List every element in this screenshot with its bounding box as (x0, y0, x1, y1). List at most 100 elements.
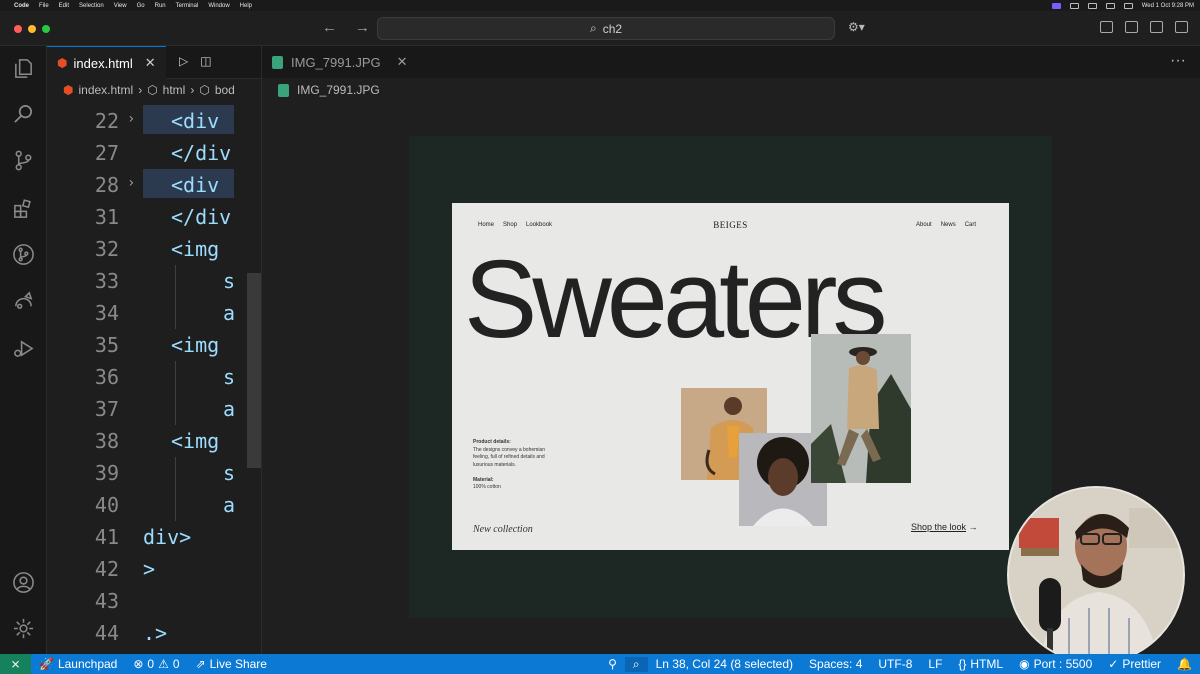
tab-img-7991[interactable]: IMG_7991.JPG ✕ (262, 54, 408, 70)
code-line[interactable]: 41 div> (47, 521, 261, 553)
code-line[interactable]: 32 <img (47, 233, 261, 265)
menu-selection[interactable]: Selection (79, 3, 104, 9)
control-center-icon[interactable] (1123, 2, 1133, 9)
copilot-icon[interactable]: ⚙▾ (848, 20, 865, 34)
source-control-icon[interactable] (11, 148, 36, 173)
code-line[interactable]: 43 (47, 585, 261, 617)
menu-app-name[interactable]: Code (14, 3, 29, 9)
menu-window[interactable]: Window (208, 3, 229, 9)
fold-chevron-icon[interactable]: › (127, 175, 135, 191)
minimize-window-button[interactable] (28, 25, 36, 33)
code-line[interactable]: 40 a (47, 489, 261, 521)
menu-extras: Wed 1 Oct 9:28 PM (1051, 0, 1194, 11)
material-text: 100% cotton (473, 484, 501, 490)
explorer-icon[interactable] (11, 56, 36, 81)
code-line[interactable]: 22 › <div (47, 105, 261, 137)
code-text: <img (171, 429, 220, 453)
prettier-status[interactable]: ✓ Prettier (1100, 657, 1169, 671)
port-label: Port : 5500 (1033, 657, 1093, 671)
tab-index-html[interactable]: ⬢ index.html ✕ (47, 46, 166, 79)
display-icon[interactable] (1069, 2, 1079, 9)
accounts-icon[interactable] (11, 570, 36, 595)
search-view-icon[interactable] (11, 102, 36, 127)
close-tab-icon[interactable]: ✕ (145, 55, 156, 71)
wifi-icon[interactable] (1105, 2, 1115, 9)
line-number: 32 (94, 237, 119, 261)
more-actions-icon[interactable]: ··· (1170, 52, 1186, 70)
toggle-secondary-sidebar-icon[interactable] (1175, 21, 1188, 33)
code-line[interactable]: 44 .> (47, 617, 261, 649)
code-line[interactable]: 35 <img (47, 329, 261, 361)
launchpad-button[interactable]: 🚀 Launchpad (31, 657, 125, 671)
code-line[interactable]: 42 > (47, 553, 261, 585)
screen-record-icon[interactable] (1051, 2, 1061, 9)
split-editor-icon[interactable]: ◫ (200, 54, 211, 68)
menu-edit[interactable]: Edit (59, 3, 69, 9)
manage-gear-icon[interactable] (11, 616, 36, 641)
toggle-primary-sidebar-icon[interactable] (1125, 21, 1138, 33)
image-canvas[interactable]: Home Shop Lookbook BEIGES About News Car… (409, 136, 1052, 618)
run-icon[interactable]: ▷ (179, 54, 188, 68)
live-share-button[interactable]: ⇗ Live Share (188, 657, 275, 671)
zoom-icon[interactable]: ⌕ (624, 656, 648, 672)
code-line[interactable]: 39 s (47, 457, 261, 489)
code-line[interactable]: 27 </div (47, 137, 261, 169)
line-number: 37 (94, 397, 119, 421)
forward-arrow-icon[interactable]: → (355, 19, 370, 36)
line-number: 33 (94, 269, 119, 293)
battery-icon[interactable] (1087, 2, 1097, 9)
menu-help[interactable]: Help (240, 3, 252, 9)
indentation[interactable]: Spaces: 4 (801, 657, 870, 671)
menu-run[interactable]: Run (155, 3, 166, 9)
cursor-position[interactable]: Ln 38, Col 24 (8 selected) (648, 657, 801, 671)
error-count: 0 (147, 657, 155, 671)
code-line[interactable]: 36 s (47, 361, 261, 393)
editor-scrollbar[interactable] (247, 273, 261, 468)
language-mode[interactable]: {} HTML (950, 657, 1011, 671)
code-line[interactable]: 38 <img (47, 425, 261, 457)
close-tab-icon[interactable]: ✕ (397, 54, 408, 70)
menu-file[interactable]: File (39, 3, 49, 9)
indent-guide (175, 361, 176, 393)
code-line[interactable]: 33 s (47, 265, 261, 297)
live-server-port[interactable]: ◉ Port : 5500 (1011, 657, 1100, 671)
extensions-icon[interactable] (11, 196, 36, 221)
breadcrumb-html[interactable]: html (163, 83, 186, 97)
menu-go[interactable]: Go (137, 3, 145, 9)
end-of-line[interactable]: LF (920, 657, 950, 671)
fold-chevron-icon[interactable]: › (127, 111, 135, 127)
mockup-nav-about: About (916, 222, 932, 228)
image-file-icon (272, 55, 283, 69)
run-and-debug-icon[interactable] (11, 336, 36, 361)
details-title: Product details: (473, 439, 511, 445)
location-icon[interactable]: ⚲ (600, 657, 625, 671)
code-line[interactable]: 34 a (47, 297, 261, 329)
problems-indicator[interactable]: ⊗ 0 ⚠ 0 (125, 657, 187, 671)
zoom-window-button[interactable] (42, 25, 50, 33)
model-photo-outdoor (811, 334, 911, 483)
breadcrumb-body[interactable]: bod (215, 83, 235, 97)
menu-view[interactable]: View (114, 3, 127, 9)
code-line[interactable]: 37 a (47, 393, 261, 425)
notifications-bell-icon[interactable]: 🔔 (1169, 657, 1200, 671)
remote-explorer-icon[interactable] (11, 288, 36, 313)
breadcrumb-file[interactable]: index.html (78, 83, 133, 97)
code-line[interactable]: 31 </div (47, 201, 261, 233)
line-number: 28 (94, 173, 119, 197)
toggle-panel-icon[interactable] (1150, 21, 1163, 33)
encoding[interactable]: UTF-8 (870, 657, 920, 671)
customize-layout-icon[interactable] (1100, 21, 1113, 33)
mockup-shop-link: Shop the look → (911, 522, 978, 532)
close-window-button[interactable] (14, 25, 22, 33)
git-graph-icon[interactable] (11, 242, 36, 267)
command-center-search[interactable]: ⌕ ch2 (377, 17, 835, 40)
indent-guide (175, 297, 176, 329)
menu-clock[interactable]: Wed 1 Oct 9:28 PM (1142, 3, 1194, 9)
code-text: </div (171, 141, 232, 165)
back-arrow-icon[interactable]: ← (322, 19, 337, 36)
breadcrumb-file[interactable]: IMG_7991.JPG (297, 83, 380, 97)
remote-indicator-icon[interactable]: ⨯ (0, 654, 31, 674)
code-line[interactable]: 28 › <div (47, 169, 261, 201)
webcam-overlay (1007, 486, 1185, 664)
menu-terminal[interactable]: Terminal (176, 3, 199, 9)
